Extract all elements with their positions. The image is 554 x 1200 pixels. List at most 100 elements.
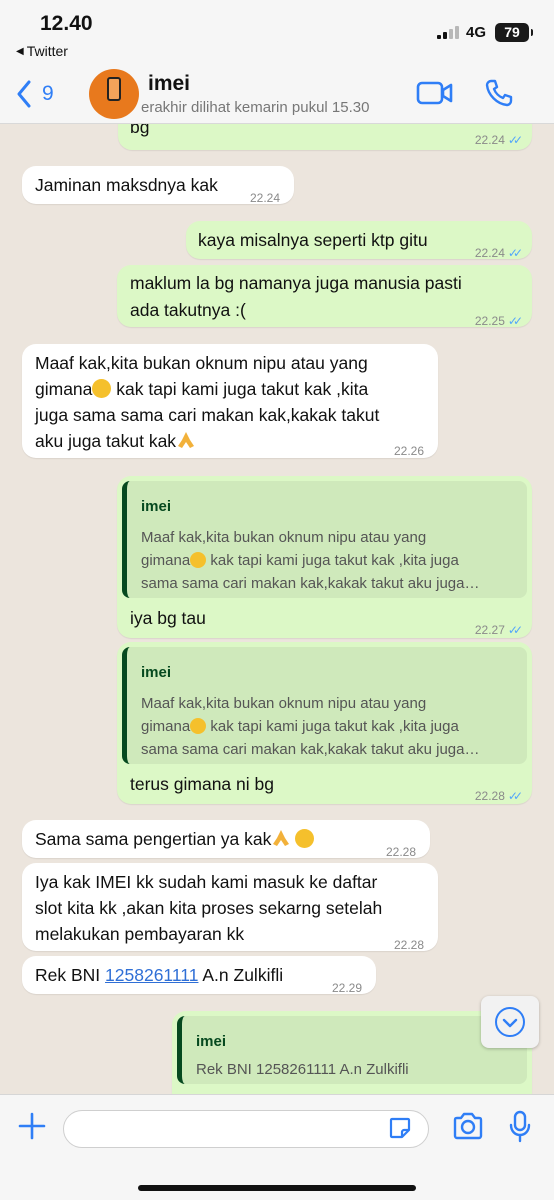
account-number-link[interactable]: 1258261111 xyxy=(105,965,198,985)
outgoing-reply-message[interactable]: imei Maaf kak,kita bukan oknum nipu atau… xyxy=(117,642,532,804)
outgoing-reply-message[interactable]: imei Rek BNI 1258261111 A.n Zulkifli xyxy=(172,1011,532,1094)
read-ticks-icon: ✓✓ xyxy=(507,314,523,328)
message-time: 22.28 xyxy=(474,789,505,803)
battery-level: 79 xyxy=(504,24,520,40)
read-ticks-icon: ✓✓ xyxy=(507,246,523,260)
sticker-button[interactable] xyxy=(388,1116,412,1145)
scroll-to-bottom-button[interactable] xyxy=(481,996,539,1048)
read-ticks-icon: ✓✓ xyxy=(507,789,523,803)
voice-note-button[interactable] xyxy=(508,1110,532,1149)
message-time: 22.24 xyxy=(474,246,505,260)
message-list[interactable]: bg 22.24 ✓✓ Jaminan maksdnya kak 22.24 ka… xyxy=(0,124,554,1094)
message-meta: 22.24 ✓✓ xyxy=(474,126,523,154)
back-app-label: Twitter xyxy=(26,43,68,59)
quoted-text: gimana xyxy=(141,552,191,569)
quoted-message[interactable]: imei Maaf kak,kita bukan oknum nipu atau… xyxy=(122,481,527,598)
plus-icon xyxy=(18,1112,46,1140)
message-text: aku juga takut kak xyxy=(35,431,177,451)
outgoing-message[interactable]: kaya misalnya seperti ktp gitu 22.24 ✓✓ xyxy=(186,221,532,260)
outgoing-message[interactable]: maklum la bg namanya juga manusia pasti … xyxy=(117,265,532,328)
quoted-sender: imei xyxy=(196,1033,227,1050)
message-text: kak tapi kami juga takut kak ,kita xyxy=(116,379,369,399)
praying-hands-emoji-icon xyxy=(273,830,290,846)
message-meta: 22.25 ✓✓ xyxy=(474,307,523,335)
voice-call-button[interactable] xyxy=(484,78,514,113)
quoted-text: sama sama cari makan kak,kakak takut aku… xyxy=(141,575,480,592)
battery-icon: 79 xyxy=(495,23,533,42)
read-ticks-icon: ✓✓ xyxy=(507,623,523,637)
message-text: gimana xyxy=(35,379,93,399)
store-logo-icon xyxy=(107,77,121,101)
message-time: 22.25 xyxy=(474,314,505,328)
message-text: Sama sama pengertian ya kak xyxy=(35,829,272,849)
message-time: 22.28 xyxy=(393,938,424,952)
message-text: ada takutnya :( xyxy=(130,300,246,320)
message-text: slot kita kk ,akan kita proses sekarng s… xyxy=(35,898,383,918)
message-text: terus gimana ni bg xyxy=(130,774,274,794)
microphone-icon xyxy=(509,1110,531,1143)
quoted-text: sama sama cari makan kak,kakak takut aku… xyxy=(141,741,480,758)
grinning-face-emoji-icon xyxy=(295,829,315,848)
incoming-message[interactable]: Sama sama pengertian ya kak 22.28 xyxy=(22,820,430,859)
outgoing-reply-message[interactable]: imei Maaf kak,kita bukan oknum nipu atau… xyxy=(117,476,532,638)
last-seen-status: erakhir dilihat kemarin pukul 15.30 xyxy=(141,99,370,116)
camera-button[interactable] xyxy=(452,1112,484,1145)
message-text: maklum la bg namanya juga manusia pasti xyxy=(130,273,462,293)
video-call-button[interactable] xyxy=(416,80,454,111)
praying-hands-emoji-icon xyxy=(178,432,195,448)
hugging-face-emoji-icon xyxy=(190,718,207,734)
message-time: 22.24 xyxy=(474,133,505,147)
message-text-line: aku juga takut kak xyxy=(35,427,196,455)
chevron-down-icon xyxy=(502,1018,518,1028)
quoted-text: Rek BNI 1258261111 A.n Zulkifli xyxy=(196,1061,409,1078)
message-meta: 22.27 ✓✓ xyxy=(474,616,523,644)
incoming-message[interactable]: Rek BNI 1258261111 A.n Zulkifli 22.29 xyxy=(22,956,376,995)
message-meta: 22.24 ✓✓ xyxy=(474,239,523,267)
status-bar: 12.40 ◀ Twitter 4G 79 xyxy=(0,0,554,66)
quoted-sender: imei xyxy=(141,498,172,515)
message-text: Rek BNI xyxy=(35,965,101,985)
message-input[interactable] xyxy=(63,1110,429,1148)
back-button[interactable]: 9 xyxy=(16,80,54,108)
outgoing-message[interactable]: bg 22.24 ✓✓ xyxy=(118,124,532,150)
message-text: Maaf kak,kita bukan oknum nipu atau yang xyxy=(35,353,368,373)
incoming-message[interactable]: Maaf kak,kita bukan oknum nipu atau yang… xyxy=(22,344,438,458)
message-meta: 22.28 ✓✓ xyxy=(474,782,523,810)
message-time: 22.24 xyxy=(249,191,280,205)
message-text: Iya kak IMEI kk sudah kami masuk ke daft… xyxy=(35,872,378,892)
hugging-face-emoji-icon xyxy=(190,552,207,568)
message-text: melakukan pembayaran kk xyxy=(35,924,245,944)
message-text: iya bg tau xyxy=(130,608,206,628)
phone-icon xyxy=(485,79,513,107)
message-time: 22.26 xyxy=(393,444,424,458)
attach-button[interactable] xyxy=(17,1111,47,1146)
message-text-line: Sama sama pengertian ya kak xyxy=(35,825,315,853)
quoted-text: kak tapi kami juga takut kak ,kita juga xyxy=(210,718,459,735)
quoted-sender: imei xyxy=(141,664,172,681)
status-time: 12.40 xyxy=(40,12,93,35)
incoming-message[interactable]: Iya kak IMEI kk sudah kami masuk ke daft… xyxy=(22,863,438,952)
unread-count: 9 xyxy=(42,82,54,105)
back-triangle-icon: ◀ xyxy=(16,45,24,57)
message-text: kaya misalnya seperti ktp gitu xyxy=(198,230,428,250)
quoted-message[interactable]: imei Rek BNI 1258261111 A.n Zulkifli xyxy=(177,1016,527,1084)
back-to-app-link[interactable]: ◀ Twitter xyxy=(16,43,68,59)
read-ticks-icon: ✓✓ xyxy=(507,133,523,147)
message-time: 22.29 xyxy=(331,981,362,995)
network-type: 4G xyxy=(466,24,487,41)
message-text: Jaminan maksdnya kak xyxy=(35,175,218,195)
quoted-text: gimana xyxy=(141,718,191,735)
avatar[interactable] xyxy=(89,69,139,119)
contact-name[interactable]: imei xyxy=(148,72,190,96)
home-indicator xyxy=(138,1185,416,1191)
message-text: bg xyxy=(130,124,150,137)
video-call-icon xyxy=(416,81,453,105)
message-time: 22.27 xyxy=(474,623,505,637)
quoted-message[interactable]: imei Maaf kak,kita bukan oknum nipu atau… xyxy=(122,647,527,764)
message-text-line: gimana kak tapi kami juga takut kak ,kit… xyxy=(35,375,368,403)
chat-header: 9 imei erakhir dilihat kemarin pukul 15.… xyxy=(0,66,554,124)
incoming-message[interactable]: Jaminan maksdnya kak 22.24 xyxy=(22,166,294,205)
message-text-line: Rek BNI 1258261111 A.n Zulkifli xyxy=(35,961,283,989)
camera-icon xyxy=(453,1112,483,1140)
message-text: juga sama sama cari makan kak,kakak taku… xyxy=(35,405,380,425)
